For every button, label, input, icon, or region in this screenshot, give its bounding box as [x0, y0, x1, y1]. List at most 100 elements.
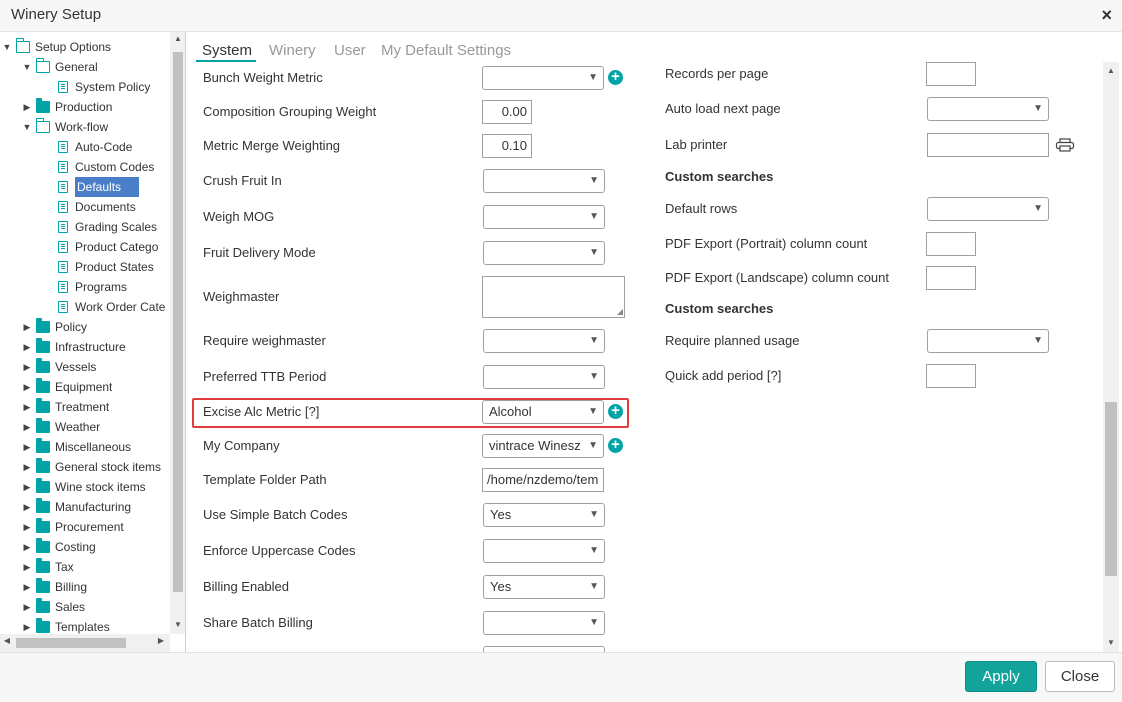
pdf-export-landscape-input[interactable]	[926, 266, 976, 290]
weigh-mog-select[interactable]: ▼	[483, 205, 605, 229]
tree-item-label: Weather	[55, 420, 101, 434]
printer-icon[interactable]	[1055, 138, 1075, 152]
caret-right-icon[interactable]: ▶	[22, 317, 32, 337]
caret-right-icon[interactable]: ▶	[22, 337, 32, 357]
caret-right-icon[interactable]: ▶	[22, 357, 32, 377]
tree-item[interactable]: ▶ Equipment	[0, 377, 170, 397]
main-scroll-thumb[interactable]	[1105, 402, 1117, 576]
caret-right-icon[interactable]: ▶	[22, 417, 32, 437]
preferred-ttb-period-select[interactable]: ▼	[483, 365, 605, 389]
use-simple-batch-codes-select[interactable]: Yes ▼	[483, 503, 605, 527]
fruit-delivery-mode-select[interactable]: ▼	[483, 241, 605, 265]
metric-merge-weighting-input[interactable]: 0.10	[482, 134, 532, 158]
add-company-icon[interactable]: +	[608, 437, 623, 453]
tree-item[interactable]: ▶ Production	[0, 97, 170, 117]
lab-printer-input[interactable]	[927, 133, 1049, 157]
tree-item[interactable]: ▼ Setup Options	[0, 37, 170, 57]
billing-enabled-select[interactable]: Yes ▼	[483, 575, 605, 599]
tree-item[interactable]: ▶ Policy	[0, 317, 170, 337]
tree-item[interactable]: ▶ Infrastructure	[0, 337, 170, 357]
tree-item[interactable]: Grading Scales	[0, 217, 170, 237]
auto-load-next-page-select[interactable]: ▼	[927, 97, 1049, 121]
tree-item[interactable]: Product Catego	[0, 237, 170, 257]
tree-item[interactable]: Auto-Code	[0, 137, 170, 157]
my-company-select[interactable]: vintrace Winesz ▼	[482, 434, 604, 458]
caret-right-icon[interactable]: ▶	[22, 497, 32, 517]
caret-down-icon[interactable]: ▼	[2, 37, 12, 57]
tree-item[interactable]: ▼ General	[0, 57, 170, 77]
caret-down-icon[interactable]: ▼	[22, 117, 32, 137]
bunch-weight-metric-select[interactable]: ▼	[482, 66, 604, 90]
require-planned-usage-select[interactable]: ▼	[927, 329, 1049, 353]
tree-vertical-scrollbar[interactable]: ▲ ▼	[170, 32, 185, 634]
folder-icon	[36, 498, 50, 513]
caret-right-icon[interactable]: ▶	[22, 97, 32, 117]
tab-winery[interactable]: Winery	[269, 42, 316, 59]
tree-item[interactable]: ▶ Tax	[0, 557, 170, 577]
caret-right-icon[interactable]: ▶	[22, 477, 32, 497]
caret-right-icon[interactable]: ▶	[22, 517, 32, 537]
caret-right-icon[interactable]: ▶	[22, 437, 32, 457]
tree-hscroll-thumb[interactable]	[16, 638, 126, 648]
tree-item[interactable]: ▶ Vessels	[0, 357, 170, 377]
apply-button[interactable]: Apply	[965, 661, 1037, 692]
caret-right-icon[interactable]: ▶	[22, 557, 32, 577]
tree-item[interactable]: ▶ Treatment	[0, 397, 170, 417]
tree-item[interactable]: Custom Codes	[0, 157, 170, 177]
tree-item[interactable]: ▶ Billing	[0, 577, 170, 597]
tree-item[interactable]: Defaults	[0, 177, 170, 197]
tree-horizontal-scrollbar[interactable]: ◀ ▶	[0, 634, 170, 652]
caret-right-icon[interactable]: ▶	[22, 377, 32, 397]
tree-item[interactable]: ▶ Weather	[0, 417, 170, 437]
tree-item[interactable]: Product States	[0, 257, 170, 277]
caret-right-icon[interactable]: ▶	[22, 397, 32, 417]
folder-icon	[36, 418, 50, 433]
tree-item[interactable]: Programs	[0, 277, 170, 297]
template-folder-path-input[interactable]: /home/nzdemo/tem	[482, 468, 604, 492]
close-icon[interactable]: ×	[1101, 5, 1112, 26]
tab-my-default-settings[interactable]: My Default Settings	[381, 42, 511, 59]
caret-right-icon[interactable]: ▶	[22, 577, 32, 597]
crush-fruit-in-select[interactable]: ▼	[483, 169, 605, 193]
folder-icon	[36, 518, 50, 533]
tab-system[interactable]: System	[196, 42, 257, 62]
tree-item[interactable]: System Policy	[0, 77, 170, 97]
dialog-footer: Apply Close	[0, 652, 1122, 702]
tree-item[interactable]: ▶ Costing	[0, 537, 170, 557]
resize-grip-icon[interactable]: ◢	[617, 307, 623, 316]
tree-item[interactable]: ▶ Procurement	[0, 517, 170, 537]
share-batch-billing-select[interactable]: ▼	[483, 611, 605, 635]
caret-right-icon[interactable]: ▶	[22, 457, 32, 477]
require-weighmaster-select[interactable]: ▼	[483, 329, 605, 353]
add-excise-alc-metric-icon[interactable]: +	[608, 403, 623, 419]
weighmaster-textarea[interactable]: ◢	[482, 276, 625, 318]
tree-item-label: Product States	[75, 260, 154, 274]
default-rows-select[interactable]: ▼	[927, 197, 1049, 221]
document-icon	[58, 221, 68, 233]
main-vertical-scrollbar[interactable]: ▲ ▼	[1103, 62, 1119, 652]
tree-item[interactable]: Documents	[0, 197, 170, 217]
tree-item[interactable]: ▶ Miscellaneous	[0, 437, 170, 457]
tree-item[interactable]: ▶ General stock items	[0, 457, 170, 477]
pdf-export-portrait-input[interactable]	[926, 232, 976, 256]
records-per-page-input[interactable]	[926, 62, 976, 86]
add-bunch-weight-metric-icon[interactable]: +	[608, 69, 623, 85]
chevron-down-icon: ▼	[589, 581, 599, 592]
quick-add-period-input[interactable]	[926, 364, 976, 388]
tree-item[interactable]: ▶ Sales	[0, 597, 170, 617]
caret-right-icon[interactable]: ▶	[22, 537, 32, 557]
tab-user[interactable]: User	[334, 42, 366, 59]
tree-item[interactable]: ▶ Wine stock items	[0, 477, 170, 497]
tree-item[interactable]: Work Order Cate	[0, 297, 170, 317]
caret-right-icon[interactable]: ▶	[22, 597, 32, 617]
tree-item-label: Costing	[55, 540, 96, 554]
caret-down-icon[interactable]: ▼	[22, 57, 32, 77]
tree-item[interactable]: ▼ Work-flow	[0, 117, 170, 137]
tree-scroll-thumb[interactable]	[173, 52, 183, 592]
close-button[interactable]: Close	[1045, 661, 1115, 692]
custom-searches-heading: Custom searches	[665, 169, 774, 184]
tree-item[interactable]: ▶ Manufacturing	[0, 497, 170, 517]
composition-grouping-weight-input[interactable]: 0.00	[482, 100, 532, 124]
enforce-uppercase-codes-select[interactable]: ▼	[483, 539, 605, 563]
excise-alc-metric-select[interactable]: Alcohol ▼	[482, 400, 604, 424]
